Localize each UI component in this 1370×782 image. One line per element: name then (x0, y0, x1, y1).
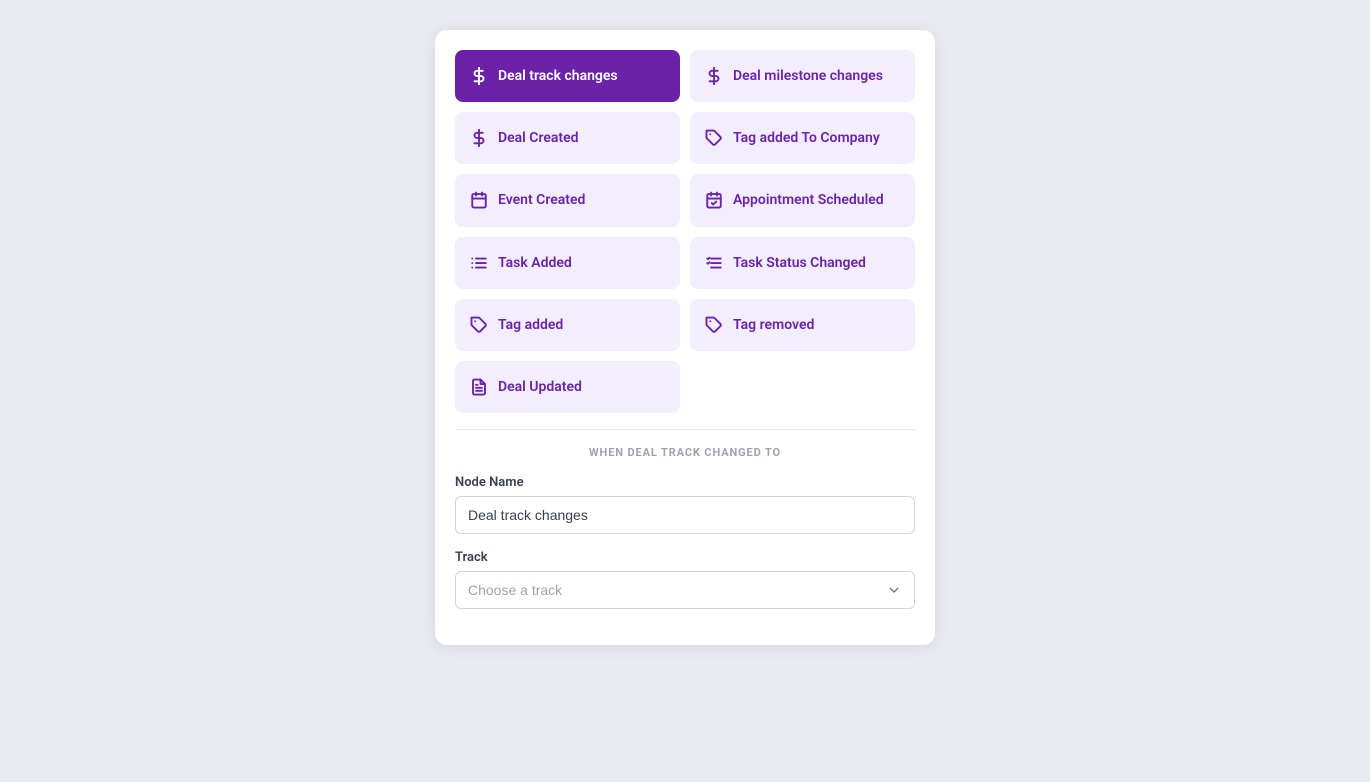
trigger-grid: Deal track changes Deal milestone change… (455, 50, 915, 413)
trigger-label: Deal Created (498, 129, 579, 147)
track-label: Track (455, 550, 915, 565)
trigger-tag-added[interactable]: Tag added (455, 299, 680, 351)
tasks-check-icon (705, 254, 723, 272)
trigger-deal-created[interactable]: Deal Created (455, 112, 680, 164)
trigger-deal-track-changes[interactable]: Deal track changes (455, 50, 680, 102)
node-name-label: Node Name (455, 475, 915, 490)
section-divider (455, 429, 915, 430)
trigger-deal-milestone-changes[interactable]: Deal milestone changes (690, 50, 915, 102)
calendar-icon (470, 191, 488, 209)
trigger-tag-added-to-company[interactable]: Tag added To Company (690, 112, 915, 164)
dollar-icon-2 (705, 67, 723, 85)
trigger-label: Tag removed (733, 316, 814, 334)
main-card: Deal track changes Deal milestone change… (435, 30, 935, 645)
trigger-task-added[interactable]: Task Added (455, 237, 680, 289)
dollar-icon (470, 67, 488, 85)
section-label: WHEN DEAL TRACK CHANGED TO (455, 446, 915, 459)
trigger-label: Appointment Scheduled (733, 191, 884, 209)
tasks-icon (470, 254, 488, 272)
calendar-check-icon (705, 191, 723, 209)
dollar-icon-3 (470, 129, 488, 147)
tag-minus-icon (705, 316, 723, 334)
node-name-group: Node Name (455, 475, 915, 534)
trigger-event-created[interactable]: Event Created (455, 174, 680, 226)
node-name-input[interactable] (455, 496, 915, 534)
trigger-label: Tag added To Company (733, 129, 880, 147)
trigger-appointment-scheduled[interactable]: Appointment Scheduled (690, 174, 915, 226)
trigger-label: Deal milestone changes (733, 67, 883, 85)
trigger-task-status-changed[interactable]: Task Status Changed (690, 237, 915, 289)
track-select[interactable]: Choose a track (455, 571, 915, 609)
trigger-label: Deal track changes (498, 67, 618, 85)
trigger-deal-updated[interactable]: Deal Updated (455, 361, 680, 413)
tag-plus-icon (470, 316, 488, 334)
tag-icon (705, 129, 723, 147)
trigger-label: Task Status Changed (733, 254, 866, 272)
trigger-label: Event Created (498, 191, 585, 209)
trigger-label: Deal Updated (498, 378, 582, 396)
doc-icon (470, 378, 488, 396)
empty-cell (690, 361, 915, 413)
trigger-label: Task Added (498, 254, 572, 272)
trigger-label: Tag added (498, 316, 563, 334)
track-group: Track Choose a track (455, 550, 915, 609)
trigger-tag-removed[interactable]: Tag removed (690, 299, 915, 351)
